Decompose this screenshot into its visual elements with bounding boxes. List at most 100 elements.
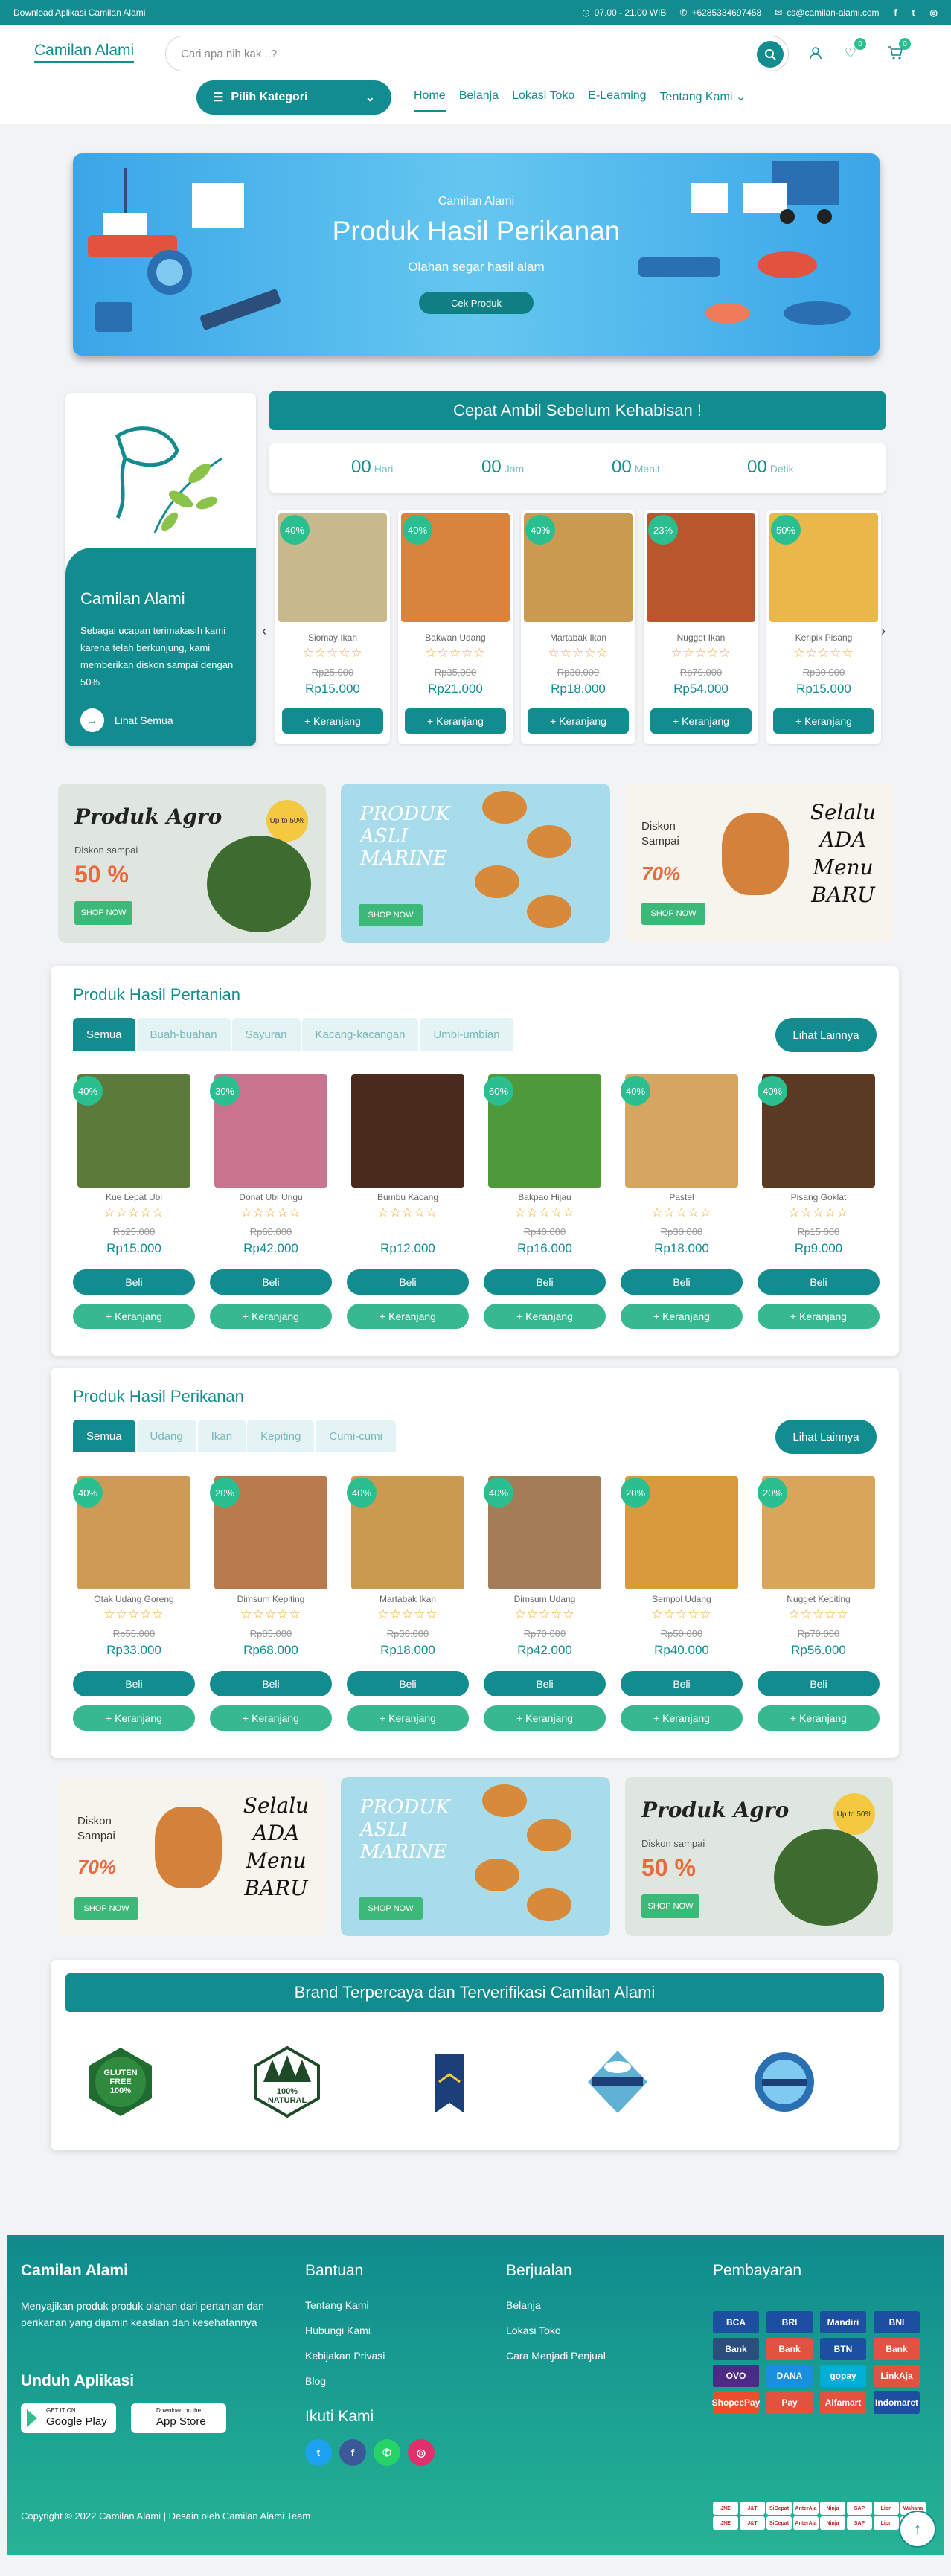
add-to-cart-button[interactable]: + Keranjang [210,1705,332,1731]
buy-button[interactable]: Beli [484,1671,606,1696]
buy-button[interactable]: Beli [73,1269,195,1295]
product-card[interactable]: Bumbu Kacang ☆☆☆☆☆ Rp12.000 Beli + Keranjang [347,1074,469,1329]
add-to-cart-button[interactable]: + Keranjang [347,1304,469,1329]
product-card[interactable]: 60% Bakpao Hijau ☆☆☆☆☆ Rp40.000 Rp16.000 Beli… [484,1074,606,1329]
promo-agro-banner[interactable]: Produk Agro Diskon sampai 50 % Up to 50%… [58,784,326,943]
flash-product-card[interactable]: 50% Keripik Pisang ☆☆☆☆☆ Rp30.000 Rp15.000 + … [766,510,881,744]
product-card[interactable]: 40% Kue Lepat Ubi ☆☆☆☆☆ Rp25.000 Rp15.000 Bel… [73,1074,195,1329]
product-card[interactable]: 40% Pisang Goklat ☆☆☆☆☆ Rp15.000 Rp9.000 Beli… [758,1074,880,1329]
add-to-cart-button[interactable]: + Keranjang [758,1705,880,1731]
instagram-footer-icon[interactable]: ◎ [408,2439,435,2466]
help-link-blog[interactable]: Blog [305,2375,326,2387]
help-link-privasi[interactable]: Kebijakan Privasi [305,2350,385,2362]
add-to-cart-button[interactable]: + Keranjang [621,1304,743,1329]
add-to-cart-button[interactable]: + Keranjang [405,708,506,734]
phone-info[interactable]: ✆ +6285334697458 [679,7,761,18]
help-link-hubungi[interactable]: Hubungi Kami [305,2325,371,2336]
instagram-icon[interactable]: ◎ [930,7,938,18]
whatsapp-footer-icon[interactable]: ✆ [374,2439,400,2466]
add-to-cart-button[interactable]: + Keranjang [73,1304,195,1329]
fish-tab-ikan[interactable]: Ikan [197,1420,246,1452]
scroll-top-button[interactable]: ↑ [899,2511,936,2548]
fish-tab-kepiting[interactable]: Kepiting [247,1420,315,1452]
download-app-link[interactable]: Download Aplikasi Camilan Alami [13,7,145,18]
add-to-cart-button[interactable]: + Keranjang [758,1304,880,1329]
promo-marine-shop-now[interactable]: SHOP NOW [359,904,423,926]
promo-marine-banner[interactable]: PRODUK ASLI MARINE SHOP NOW [341,784,610,943]
wishlist-icon[interactable]: ♡ 0 [841,38,866,63]
fish-tab-cumi[interactable]: Cumi-cumi [316,1420,396,1452]
promo-marine-shop-now-2[interactable]: SHOP NOW [359,1897,423,1920]
add-to-cart-button[interactable]: + Keranjang [528,708,629,734]
sell-link-belanja[interactable]: Belanja [506,2299,541,2311]
promo-agro-shop-now-2[interactable]: SHOP NOW [641,1894,699,1918]
nav-lokasi-toko[interactable]: Lokasi Toko [512,89,574,112]
buy-button[interactable]: Beli [210,1269,332,1295]
flash-product-card[interactable]: 23% Nugget Ikan ☆☆☆☆☆ Rp70.000 Rp54.000 + Ker… [644,510,758,744]
google-play-button[interactable]: GET IT ON Google Play [21,2403,116,2433]
twitter-icon[interactable]: t [912,7,915,18]
agri-more-button[interactable]: Lihat Lainnya [775,1018,877,1052]
add-to-cart-button[interactable]: + Keranjang [484,1304,606,1329]
buy-button[interactable]: Beli [758,1671,880,1696]
add-to-cart-button[interactable]: + Keranjang [650,708,752,734]
product-card[interactable]: 20% Sempol Udang ☆☆☆☆☆ Rp50.000 Rp40.000 Beli… [621,1476,743,1731]
add-to-cart-button[interactable]: + Keranjang [347,1705,469,1731]
app-store-button[interactable]: Download on the App Store [131,2403,226,2433]
twitter-footer-icon[interactable]: t [305,2439,332,2466]
facebook-icon[interactable]: f [894,7,897,18]
category-dropdown[interactable]: ☰ Pilih Kategori ⌄ [196,80,391,115]
fish-more-button[interactable]: Lihat Lainnya [775,1420,877,1454]
add-to-cart-button[interactable]: + Keranjang [621,1705,743,1731]
promo-menu-banner-2[interactable]: Diskon Sampai 70% Selalu ADA Menu BARU S… [58,1777,326,1936]
buy-button[interactable]: Beli [347,1269,469,1295]
buy-button[interactable]: Beli [758,1269,880,1295]
promo-marine-banner-2[interactable]: PRODUK ASLI MARINE SHOP NOW [341,1777,610,1936]
help-link-tentang[interactable]: Tentang Kami [305,2299,369,2311]
carousel-next-icon[interactable]: › [881,624,886,639]
flash-product-card[interactable]: 40% Bakwan Udang ☆☆☆☆☆ Rp35.000 Rp21.000 + Ke… [398,510,513,744]
agri-tab-buah[interactable]: Buah-buahan [136,1018,231,1051]
add-to-cart-button[interactable]: + Keranjang [484,1705,606,1731]
fish-tab-udang[interactable]: Udang [136,1420,196,1452]
nav-belanja[interactable]: Belanja [459,89,499,112]
buy-button[interactable]: Beli [73,1671,195,1696]
promo-menu-banner[interactable]: Diskon Sampai 70% Selalu ADA Menu BARU S… [625,784,893,943]
search-input[interactable]: Cari apa nih kak ..? [165,36,789,71]
nav-home[interactable]: Home [414,89,446,112]
search-button[interactable] [757,41,784,68]
agri-tab-umbi[interactable]: Umbi-umbian [420,1018,513,1051]
carousel-prev-icon[interactable]: ‹ [262,624,266,639]
sell-link-penjual[interactable]: Cara Menjadi Penjual [506,2350,606,2362]
promo-agro-shop-now[interactable]: SHOP NOW [74,901,132,925]
promo-menu-shop-now[interactable]: SHOP NOW [641,903,705,925]
promo-menu-shop-now-2[interactable]: SHOP NOW [74,1897,138,1920]
product-card[interactable]: 20% Nugget Kepiting ☆☆☆☆☆ Rp70.000 Rp56.000 B… [758,1476,880,1731]
buy-button[interactable]: Beli [621,1269,743,1295]
fish-tab-semua[interactable]: Semua [73,1420,135,1452]
buy-button[interactable]: Beli [347,1671,469,1696]
user-icon[interactable] [806,43,825,63]
add-to-cart-button[interactable]: + Keranjang [210,1304,332,1329]
add-to-cart-button[interactable]: + Keranjang [282,708,383,734]
product-card[interactable]: 20% Dimsum Kepiting ☆☆☆☆☆ Rp85.000 Rp68.000 B… [210,1476,332,1731]
nav-e-learning[interactable]: E-Learning [588,89,646,112]
product-card[interactable]: 40% Dimsum Udang ☆☆☆☆☆ Rp70.000 Rp42.000 Beli… [484,1476,606,1731]
email-info[interactable]: ✉ cs@camilan-alami.com [775,7,879,18]
agri-tab-sayuran[interactable]: Sayuran [231,1018,301,1051]
cart-icon[interactable]: 0 [886,38,911,63]
see-all-link[interactable]: → Lihat Semua [80,708,173,732]
hero-cta-button[interactable]: Cek Produk [419,292,534,314]
add-to-cart-button[interactable]: + Keranjang [73,1705,195,1731]
facebook-footer-icon[interactable]: f [339,2439,366,2466]
add-to-cart-button[interactable]: + Keranjang [773,708,874,734]
product-card[interactable]: 40% Otak Udang Goreng ☆☆☆☆☆ Rp55.000 Rp33.00… [73,1476,195,1731]
site-logo[interactable]: Camilan Alami [34,42,135,63]
nav-tentang-kami[interactable]: Tentang Kami ⌄ [660,89,746,112]
agri-tab-semua[interactable]: Semua [73,1018,135,1051]
product-card[interactable]: 40% Martabak Ikan ☆☆☆☆☆ Rp30.000 Rp18.000 Bel… [347,1476,469,1731]
sell-link-lokasi[interactable]: Lokasi Toko [506,2325,561,2336]
agri-tab-kacang[interactable]: Kacang-kacangan [301,1018,419,1051]
product-card[interactable]: 30% Donat Ubi Ungu ☆☆☆☆☆ Rp60.000 Rp42.000 Be… [210,1074,332,1329]
promo-agro-banner-2[interactable]: Produk Agro Diskon sampai 50 % Up to 50%… [625,1777,893,1936]
